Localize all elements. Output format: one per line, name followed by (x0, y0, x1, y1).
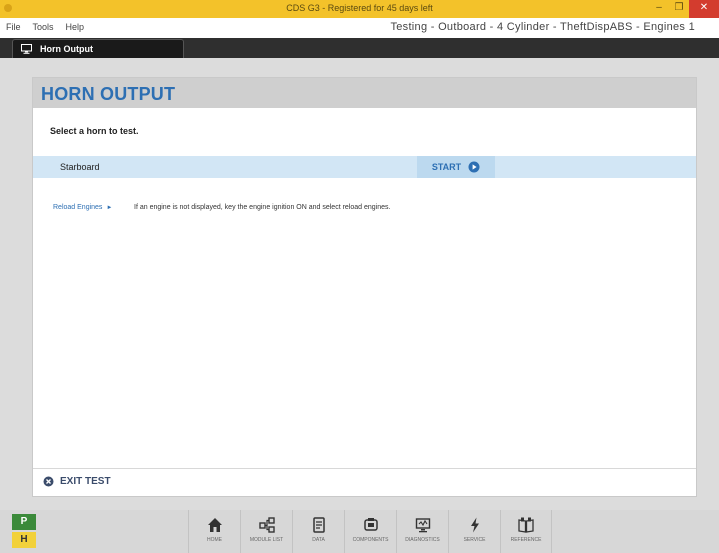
dock-label-diagnostics: Diagnostics (405, 537, 440, 543)
window-title: CDS G3 - Registered for 45 days left (286, 3, 433, 13)
close-circle-icon (43, 476, 54, 487)
components-icon (363, 518, 378, 531)
play-circle-icon (468, 161, 480, 173)
monitor-icon (21, 44, 32, 54)
window-controls: – ❐ ✕ (649, 0, 719, 18)
dock-diagnostics[interactable]: Diagnostics (396, 510, 448, 553)
menu-file[interactable]: File (6, 22, 21, 32)
exit-test-label: EXIT TEST (60, 476, 111, 487)
data-icon (312, 517, 325, 533)
menu-help[interactable]: Help (66, 22, 85, 32)
panel-header: HORN OUTPUT (33, 78, 696, 108)
start-button-label: START (431, 162, 462, 172)
menu-tools[interactable]: Tools (33, 22, 54, 32)
panel-footer-divider (33, 468, 696, 469)
instruction-text: Select a horn to test. (50, 126, 139, 136)
minimize-button[interactable]: – (649, 0, 669, 18)
horn-row-starboard: Starboard START (33, 156, 696, 178)
home-icon (207, 518, 222, 532)
dock-components[interactable]: Components (344, 510, 396, 553)
dock-service[interactable]: Service (448, 510, 500, 553)
reload-engines-link[interactable]: Reload Engines ► (53, 204, 112, 211)
menu-items: File Tools Help (6, 22, 84, 32)
close-button[interactable]: ✕ (689, 0, 719, 18)
tab-label: Horn Output (40, 44, 93, 54)
page-title: HORN OUTPUT (41, 84, 176, 104)
dock-module-list[interactable]: Module List (240, 510, 292, 553)
horn-row-label: Starboard (60, 162, 100, 172)
h-badge[interactable]: H (12, 532, 36, 548)
menu-bar: File Tools Help Testing - Outboard - 4 C… (0, 18, 719, 38)
tab-horn-output[interactable]: Horn Output (12, 39, 184, 58)
dock-label-data: Data (312, 537, 325, 543)
dock-reference[interactable]: Reference (500, 510, 552, 553)
status-badges: P H (12, 514, 36, 548)
testing-context-label: Testing - Outboard - 4 Cylinder - TheftD… (390, 21, 695, 33)
dock-label-components: Components (352, 537, 389, 543)
dock-label-service: Service (463, 537, 486, 543)
reload-hint-text: If an engine is not displayed, key the e… (134, 204, 391, 211)
lightning-icon (470, 517, 479, 533)
dock: Home Module List Data Components (188, 510, 552, 553)
p-badge[interactable]: P (12, 514, 36, 530)
arrow-right-icon: ► (106, 204, 113, 211)
reload-engines-label: Reload Engines (53, 204, 103, 211)
diagnostics-icon (415, 518, 430, 533)
dock-label-home: Home (207, 537, 222, 543)
start-button[interactable]: START (417, 156, 495, 178)
dock-home[interactable]: Home (188, 510, 240, 553)
book-icon (518, 517, 534, 533)
window-titlebar: CDS G3 - Registered for 45 days left – ❐… (0, 0, 719, 18)
dock-label-module-list: Module List (249, 537, 284, 543)
exit-test-button[interactable]: EXIT TEST (43, 476, 111, 487)
dock-label-reference: Reference (510, 537, 542, 543)
module-list-icon (258, 517, 275, 533)
tab-bar: Horn Output (0, 38, 719, 58)
maximize-button[interactable]: ❐ (669, 0, 689, 18)
dock-data[interactable]: Data (292, 510, 344, 553)
horn-output-panel: HORN OUTPUT Select a horn to test. Starb… (32, 77, 697, 497)
